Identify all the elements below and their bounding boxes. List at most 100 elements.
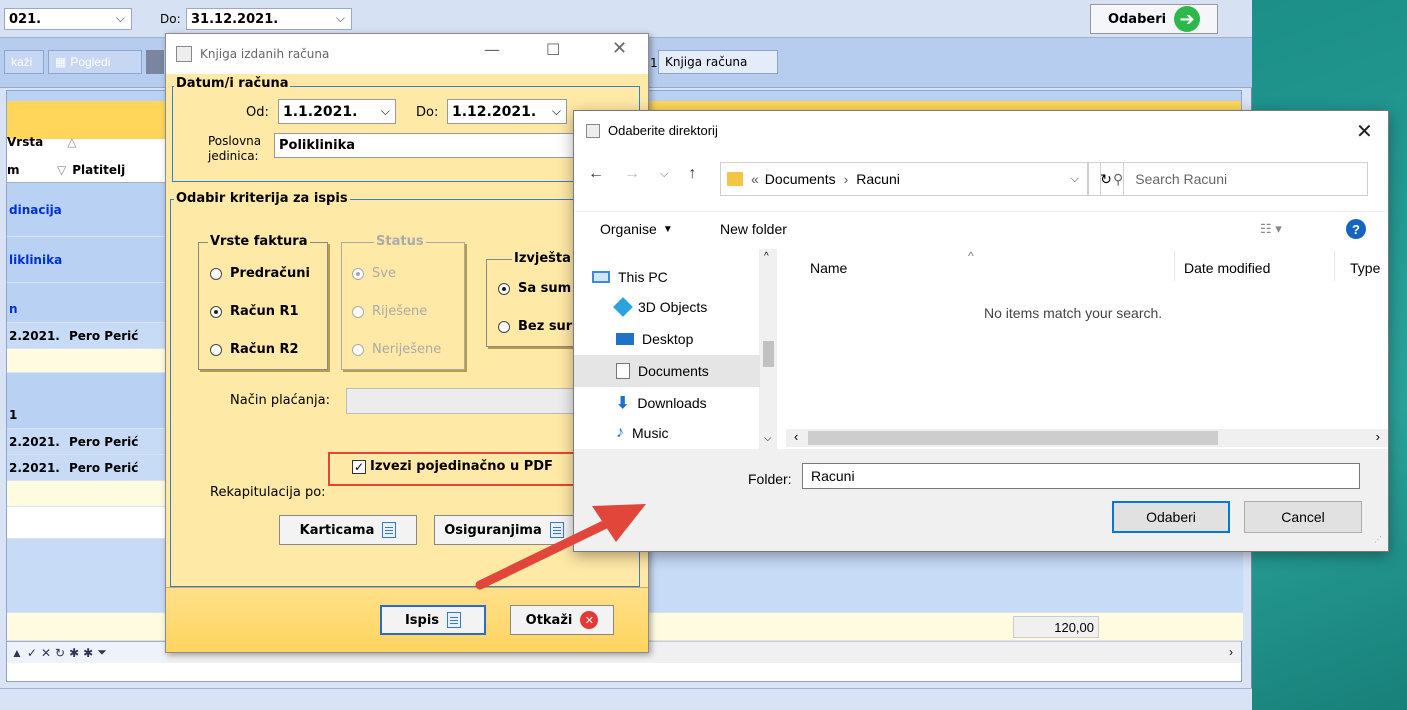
nav-3d-objects[interactable]: 3D Objects [574, 291, 744, 323]
view-options-icon[interactable]: ☷ ▾ [1260, 221, 1282, 237]
folder-input[interactable]: Racuni [802, 463, 1360, 489]
breadcrumb-documents[interactable]: Documents [765, 171, 836, 187]
chevron-down-icon: ⌵ [551, 104, 561, 118]
radio-label: Predračuni [230, 266, 310, 281]
nav-label: Music [632, 425, 669, 441]
nav-label: Desktop [642, 331, 694, 347]
column-header-type[interactable]: Type [1350, 260, 1380, 276]
to-label: Do: [160, 12, 181, 26]
date-from-field[interactable]: 1.1.2021. ⌵ [278, 99, 396, 124]
scroll-right-icon[interactable]: › [1229, 645, 1233, 659]
column-header-vrsta[interactable]: Vrsta △ [7, 129, 97, 155]
column-header-date[interactable]: Date modified [1184, 260, 1270, 276]
scroll-right-icon[interactable]: › [1376, 429, 1380, 444]
forward-arrow-icon[interactable]: → [624, 165, 640, 183]
help-icon[interactable]: ? [1346, 219, 1366, 239]
group-label: n [9, 302, 18, 316]
nav-downloads[interactable]: ⬇ Downloads [574, 387, 744, 419]
dialog-title: Knjiga izdanih računa [200, 47, 330, 61]
picker-title: Odaberite direktorij [608, 123, 718, 138]
folder-picker-dialog: Odaberite direktorij ✕ ← → ⌵ ↑ « Documen… [573, 110, 1389, 552]
radio-rijesene: Riješene [352, 304, 427, 319]
nav-label: 3D Objects [638, 299, 708, 315]
picker-cancel-label: Cancel [1281, 509, 1325, 525]
select-folder-button[interactable]: Odaberi [1112, 501, 1230, 533]
nav-desktop[interactable]: Desktop [574, 323, 744, 355]
search-box[interactable]: ⚲ Search Racuni [1100, 162, 1368, 196]
total-amount: 120,00 [1013, 616, 1099, 638]
tab-invoice-book[interactable]: Knjiga računa [658, 50, 778, 74]
payment-method-select[interactable] [346, 388, 576, 414]
nav-up-icon[interactable]: ▲ [11, 646, 23, 660]
toolbar-icon[interactable] [146, 50, 164, 74]
close-icon[interactable]: ✕ [1356, 119, 1373, 144]
column-header-platitelj[interactable]: ▽ Platitelj [57, 157, 177, 183]
nav-refresh-icon[interactable]: ↻ [55, 646, 65, 660]
navigation-pane: This PC 3D Objects Desktop Documents ⬇ Do… [574, 249, 777, 449]
toolbar-views-button[interactable]: ▦ Pogledi [48, 50, 142, 74]
breadcrumb-separator-icon: › [843, 171, 849, 187]
dialog-titlebar: Knjiga izdanih računa — ☐ ✕ [166, 34, 648, 74]
row-date: 2.2021. [9, 434, 60, 449]
business-unit-field[interactable]: Poliklinika [274, 133, 574, 158]
radio-label: Sve [372, 266, 396, 281]
scroll-thumb[interactable] [763, 341, 774, 367]
radio-racun-r2[interactable]: Račun R2 [210, 342, 299, 357]
scroll-thumb[interactable] [808, 431, 1218, 445]
nav-scrollbar[interactable]: ^ ⌵ [760, 249, 777, 449]
radio-predracuni[interactable]: Predračuni [210, 266, 310, 281]
dates-group-legend: Datum/i računa [174, 76, 291, 91]
chevron-down-icon[interactable]: ⌵ [1071, 173, 1079, 186]
scroll-left-icon[interactable]: ‹ [794, 429, 798, 444]
cards-button[interactable]: Karticama [279, 515, 417, 545]
nav-this-pc[interactable]: This PC [574, 261, 744, 293]
files-horizontal-scrollbar[interactable]: ‹ › [786, 429, 1388, 447]
status-legend: Status [374, 234, 426, 249]
picker-cancel-button[interactable]: Cancel [1244, 501, 1362, 533]
column-header-m[interactable]: m [7, 157, 47, 183]
nav-asterisk-icon[interactable]: ✱ [69, 646, 79, 660]
nav-asterisk2-icon[interactable]: ✱ [83, 646, 93, 660]
nav-cancel-icon[interactable]: ✕ [41, 646, 51, 660]
nav-label: Documents [638, 363, 709, 379]
radio-circle [210, 343, 222, 356]
breadcrumb-racuni[interactable]: Racuni [856, 171, 900, 187]
close-icon[interactable]: ✕ [612, 38, 627, 59]
new-folder-button[interactable]: New folder [720, 221, 787, 237]
radio-without-sum[interactable]: Bez sur [498, 319, 572, 334]
minimize-icon[interactable]: — [484, 40, 500, 59]
export-pdf-checkbox[interactable]: ✓ Izvezi pojedinačno u PDF [352, 459, 553, 474]
print-button[interactable]: Ispis [380, 605, 486, 635]
up-arrow-icon[interactable]: ↑ [688, 165, 696, 183]
row-payer: Pero Perić [69, 434, 139, 449]
toolbar-show-button[interactable]: kaži [4, 50, 44, 74]
maximize-icon[interactable]: ☐ [546, 40, 560, 59]
nav-filter-icon[interactable]: ⏷ [97, 645, 107, 660]
select-button[interactable]: Odaberi ➔ [1090, 4, 1218, 34]
date-from-combo[interactable]: 021. ⌵ [4, 8, 132, 30]
nav-documents[interactable]: Documents [574, 355, 760, 387]
cancel-button[interactable]: Otkaži ✕ [510, 605, 614, 635]
scroll-down-icon[interactable]: ⌵ [764, 433, 772, 444]
nav-music[interactable]: ♪ Music [574, 417, 744, 449]
scroll-up-icon[interactable]: ^ [764, 251, 769, 262]
nav-check-icon[interactable]: ✓ [27, 646, 37, 660]
resize-grip-icon[interactable]: ⋰ [1374, 535, 1382, 544]
row-date: 2.2021. [9, 328, 60, 343]
date-to-combo[interactable]: 31.12.2021. ⌵ [186, 8, 352, 30]
date-to-field[interactable]: 1.12.2021. ⌵ [447, 99, 567, 124]
unit-label-line1: Poslovna [208, 134, 262, 148]
tab-invoice-book-label: Knjiga računa [665, 55, 748, 69]
radio-with-sum[interactable]: Sa sum [498, 281, 571, 296]
address-bar[interactable]: « Documents › Racuni ⌵ [720, 162, 1088, 196]
recent-chevron-icon[interactable]: ⌵ [660, 168, 668, 181]
criteria-group-legend: Odabir kriterija za ispis [174, 191, 350, 206]
navigator-bar[interactable]: ▲ ✓ ✕ ↻ ✱ ✱ ⏷ [7, 641, 167, 663]
organise-button[interactable]: Organise ▼ [600, 221, 673, 237]
unit-label-line2: jedinica: [208, 149, 259, 163]
radio-label: Riješene [372, 304, 428, 319]
radio-racun-r1[interactable]: Račun R1 [210, 304, 299, 319]
back-arrow-icon[interactable]: ← [588, 165, 604, 183]
column-header-name[interactable]: Name [810, 260, 847, 276]
cards-button-label: Karticama [299, 522, 375, 538]
